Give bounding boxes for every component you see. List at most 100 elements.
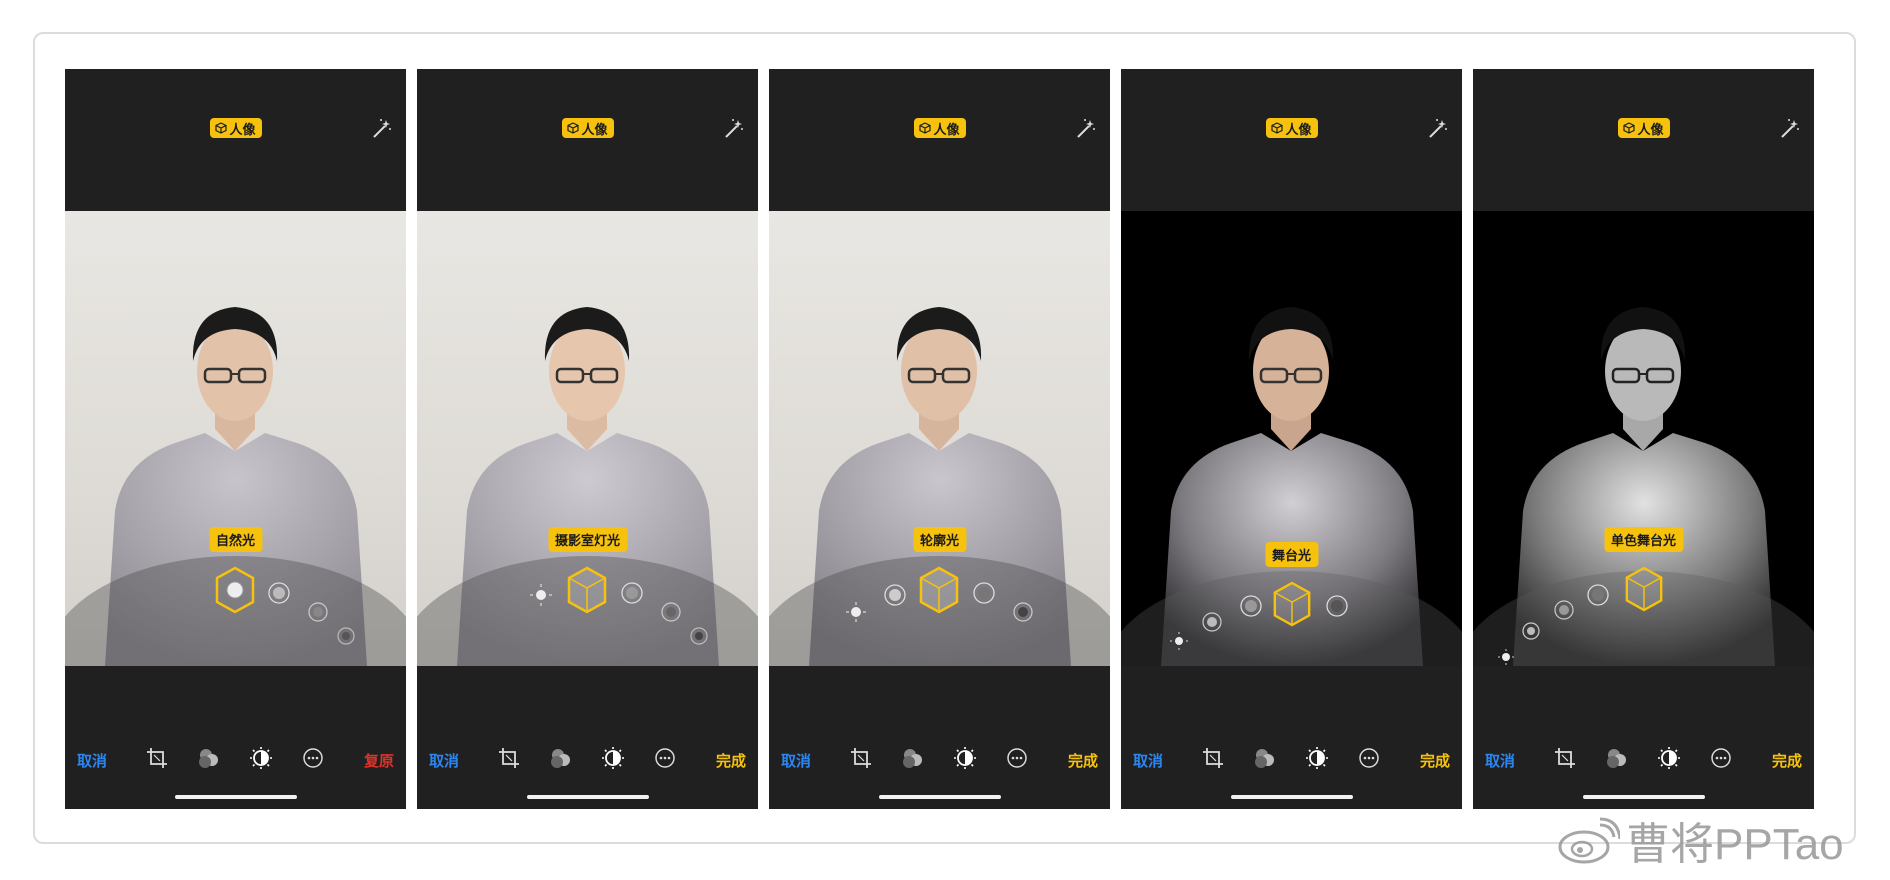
stage-light-icon[interactable] [972, 581, 996, 605]
lighting-mode-label: 轮廓光 [912, 527, 967, 552]
contour-light-icon[interactable] [1553, 599, 1575, 621]
edit-toolbar: 取消 复原 [65, 666, 406, 809]
edit-toolbar: 取消 完成 [1121, 666, 1462, 809]
done-button[interactable]: 完成 [716, 750, 746, 771]
natural-light-icon[interactable] [1169, 631, 1189, 651]
watermark-text: 曹将PPTao [1626, 820, 1844, 869]
stage-light-icon[interactable] [660, 601, 682, 623]
portrait-photo: 单色舞台光 [1473, 211, 1814, 666]
top-bar: 人像 [769, 69, 1110, 211]
magic-wand-icon[interactable] [370, 117, 392, 139]
filters-icon[interactable] [901, 746, 925, 770]
phone-strip: 人像 自然光 取消 复原 人像 摄影室灯光 取消 完成 人像 轮廓光 取消 完成… [65, 69, 1815, 809]
studio-light-icon[interactable] [565, 566, 609, 614]
cancel-button[interactable]: 取消 [77, 750, 107, 771]
filters-icon[interactable] [1605, 746, 1629, 770]
studio-light-icon[interactable] [267, 581, 291, 605]
adjust-icon[interactable] [601, 746, 625, 770]
magic-wand-icon[interactable] [1778, 117, 1800, 139]
stage-light-icon[interactable] [1586, 583, 1610, 607]
contour-light-icon[interactable] [917, 566, 961, 614]
top-bar: 人像 [417, 69, 758, 211]
stage-light-mono-icon[interactable] [689, 626, 709, 646]
edit-toolbar: 取消 完成 [769, 666, 1110, 809]
portrait-badge-label: 人像 [229, 122, 256, 138]
more-icon[interactable] [301, 746, 325, 770]
stage-light-mono-icon[interactable] [1012, 601, 1034, 623]
studio-light-icon[interactable] [1201, 611, 1223, 633]
phone-natural-light: 人像 自然光 取消 复原 [65, 69, 406, 809]
cube-icon [1622, 122, 1635, 134]
stage-light-icon[interactable] [336, 626, 356, 646]
phone-contour-light: 人像 轮廓光 取消 完成 [769, 69, 1110, 809]
phone-stage-light: 人像 舞台光 取消 完成 [1121, 69, 1462, 809]
cube-icon [566, 122, 579, 134]
home-indicator [1582, 795, 1705, 799]
stage-light-mono-icon[interactable] [1325, 594, 1349, 618]
portrait-photo: 自然光 [65, 211, 406, 666]
done-button[interactable]: 完成 [1772, 750, 1802, 771]
done-button[interactable]: 完成 [1420, 750, 1450, 771]
crop-icon[interactable] [497, 746, 521, 770]
phone-studio-light: 人像 摄影室灯光 取消 完成 [417, 69, 758, 809]
adjust-icon[interactable] [249, 746, 273, 770]
cube-icon [1270, 122, 1283, 134]
revert-button[interactable]: 复原 [364, 750, 394, 771]
more-icon[interactable] [653, 746, 677, 770]
edit-toolbar: 取消 完成 [1473, 666, 1814, 809]
natural-light-icon[interactable] [1497, 648, 1515, 666]
contour-light-icon[interactable] [620, 581, 644, 605]
lighting-mode-label: 舞台光 [1264, 542, 1319, 567]
portrait-badge[interactable]: 人像 [209, 118, 262, 138]
crop-icon[interactable] [1201, 746, 1225, 770]
portrait-badge-label: 人像 [933, 122, 960, 138]
home-indicator [174, 795, 297, 799]
crop-icon[interactable] [1553, 746, 1577, 770]
filters-icon[interactable] [197, 746, 221, 770]
stage-light-mono-icon[interactable] [1623, 566, 1665, 612]
stage-light-icon[interactable] [1271, 581, 1313, 627]
filters-icon[interactable] [1253, 746, 1277, 770]
cancel-button[interactable]: 取消 [429, 750, 459, 771]
adjust-icon[interactable] [953, 746, 977, 770]
portrait-badge-label: 人像 [581, 122, 608, 138]
natural-light-icon[interactable] [529, 583, 553, 607]
magic-wand-icon[interactable] [1074, 117, 1096, 139]
cube-icon [918, 122, 931, 134]
crop-icon[interactable] [145, 746, 169, 770]
contour-light-icon[interactable] [307, 601, 329, 623]
weibo-watermark: 曹将PPTao [1556, 808, 1844, 872]
natural-light-icon[interactable] [845, 601, 867, 623]
adjust-icon[interactable] [1657, 746, 1681, 770]
magic-wand-icon[interactable] [1426, 117, 1448, 139]
cube-icon [214, 122, 227, 134]
phone-mono-stage-light: 人像 单色舞台光 取消 完成 [1473, 69, 1814, 809]
portrait-badge[interactable]: 人像 [561, 118, 614, 138]
cancel-button[interactable]: 取消 [1485, 750, 1515, 771]
home-indicator [1230, 795, 1353, 799]
studio-light-icon[interactable] [1521, 621, 1541, 641]
studio-light-icon[interactable] [883, 583, 907, 607]
contour-light-icon[interactable] [1239, 594, 1263, 618]
portrait-badge[interactable]: 人像 [1617, 118, 1670, 138]
lighting-mode-label: 单色舞台光 [1603, 527, 1684, 552]
portrait-photo: 摄影室灯光 [417, 211, 758, 666]
magic-wand-icon[interactable] [722, 117, 744, 139]
filters-icon[interactable] [549, 746, 573, 770]
done-button[interactable]: 完成 [1068, 750, 1098, 771]
portrait-badge[interactable]: 人像 [1265, 118, 1318, 138]
more-icon[interactable] [1005, 746, 1029, 770]
portrait-badge-label: 人像 [1637, 122, 1664, 138]
portrait-badge[interactable]: 人像 [913, 118, 966, 138]
crop-icon[interactable] [849, 746, 873, 770]
top-bar: 人像 [65, 69, 406, 211]
lighting-mode-label: 自然光 [208, 527, 263, 552]
cancel-button[interactable]: 取消 [781, 750, 811, 771]
adjust-icon[interactable] [1305, 746, 1329, 770]
more-icon[interactable] [1709, 746, 1733, 770]
home-indicator [526, 795, 649, 799]
cancel-button[interactable]: 取消 [1133, 750, 1163, 771]
natural-light-icon[interactable] [213, 566, 257, 614]
more-icon[interactable] [1357, 746, 1381, 770]
portrait-photo: 轮廓光 [769, 211, 1110, 666]
